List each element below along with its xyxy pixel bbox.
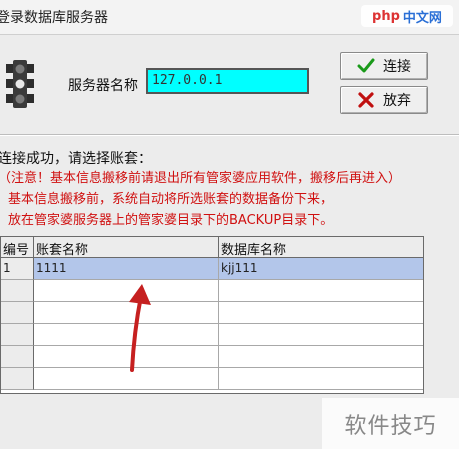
php-watermark-logo: php 中文网: [361, 5, 453, 27]
table-row[interactable]: [1, 302, 423, 324]
server-name-label: 服务器名称: [68, 78, 138, 94]
divider: [0, 134, 459, 136]
row-number-cell: [1, 368, 34, 390]
database-name-cell[interactable]: kjj111: [219, 258, 423, 280]
server-name-input[interactable]: 127.0.0.1: [146, 68, 309, 94]
row-number-cell: [1, 346, 34, 368]
title-bar: 登录数据库服务器 php 中文网: [0, 0, 459, 35]
database-name-cell[interactable]: [219, 368, 423, 390]
connect-button-label: 连接: [383, 59, 411, 75]
watermark-logo-cn: 中文网: [402, 10, 442, 26]
checkmark-icon: [357, 58, 375, 73]
annotation-arrow-icon: [129, 284, 151, 372]
column-header-database-name[interactable]: 数据库名称: [219, 237, 423, 258]
table-row[interactable]: [1, 280, 423, 302]
database-name-cell[interactable]: [219, 346, 423, 368]
warning-message: （注意！基本信息搬移前请退出所有管家婆应用软件，搬移后再进入）: [0, 171, 402, 186]
table-row[interactable]: [1, 346, 423, 368]
row-number-cell: [1, 280, 34, 302]
column-header-account-name[interactable]: 账套名称: [34, 237, 219, 258]
backup-note-line2: 放在管家婆服务器上的管家婆目录下的BACKUP目录下。: [8, 213, 334, 228]
column-header-number[interactable]: 编号: [1, 237, 34, 258]
cancel-button[interactable]: 放弃: [340, 86, 428, 114]
traffic-light-icon: [6, 60, 34, 108]
watermark-text: 软件技巧: [322, 398, 459, 449]
watermark-logo-latin: php: [372, 8, 400, 24]
connect-button[interactable]: 连接: [340, 52, 428, 80]
row-number-cell: 1: [1, 258, 34, 280]
table-row[interactable]: [1, 368, 423, 390]
status-message: 连接成功，请选择账套：: [0, 151, 152, 167]
table-row[interactable]: [1, 324, 423, 346]
backup-note-line1: 基本信息搬移前，系统自动将所选账套的数据备份下来，: [8, 192, 334, 207]
x-mark-icon: [358, 92, 374, 108]
row-number-cell: [1, 302, 34, 324]
account-name-cell[interactable]: 1111: [34, 258, 219, 280]
database-name-cell[interactable]: [219, 302, 423, 324]
table-row[interactable]: 1 1111 kjj111: [1, 258, 423, 280]
table-header: 编号 账套名称 数据库名称: [1, 237, 423, 258]
database-name-cell[interactable]: [219, 280, 423, 302]
row-number-cell: [1, 324, 34, 346]
account-set-table[interactable]: 编号 账套名称 数据库名称 1 1111 kjj111: [0, 236, 424, 394]
database-name-cell[interactable]: [219, 324, 423, 346]
window-title: 登录数据库服务器: [0, 10, 108, 26]
cancel-button-label: 放弃: [383, 93, 411, 109]
